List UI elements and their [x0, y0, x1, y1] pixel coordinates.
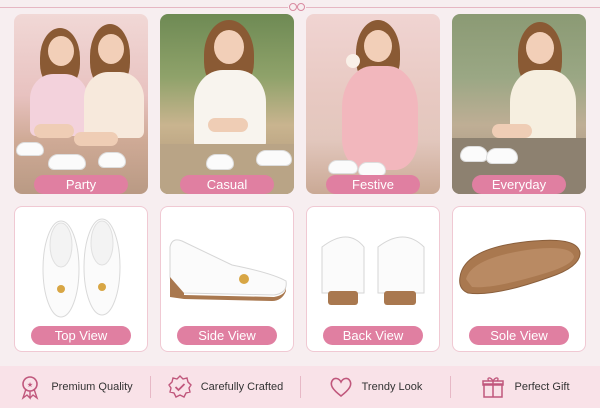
top-view-shoe-image: [42, 218, 121, 318]
occasion-label: Party: [34, 175, 128, 194]
occasion-label: Everyday: [472, 175, 566, 194]
product-views: Top View Side View Back View Sole View: [14, 206, 586, 356]
feature-label: Premium Quality: [51, 381, 133, 393]
back-view-shoe-image: [321, 236, 425, 305]
heart-icon: [330, 377, 352, 398]
casual-photo: [160, 14, 294, 194]
occasion-photos: Party Casual Festive Everyday: [14, 14, 586, 194]
occasion-card-party[interactable]: Party: [14, 14, 148, 194]
check-badge-icon: [167, 375, 192, 398]
feature-label: Perfect Gift: [514, 381, 570, 393]
feature-strip: ★ Premium Quality Carefully Crafted Tren…: [0, 366, 600, 408]
view-label: Side View: [177, 326, 277, 345]
view-card-sole[interactable]: Sole View: [452, 206, 586, 352]
feature-trendy-look: Trendy Look: [300, 366, 450, 408]
view-card-back[interactable]: Back View: [306, 206, 440, 352]
festive-photo: [306, 14, 440, 194]
sole-view-shoe-image: [459, 239, 581, 295]
feature-perfect-gift: Perfect Gift: [450, 366, 600, 408]
view-card-top[interactable]: Top View: [14, 206, 148, 352]
decorative-top-border: [0, 2, 600, 12]
feature-label: Trendy Look: [361, 381, 423, 393]
occasion-card-everyday[interactable]: Everyday: [452, 14, 586, 194]
side-view-shoe-image: [169, 239, 287, 301]
view-label: Back View: [323, 326, 423, 345]
view-card-side[interactable]: Side View: [160, 206, 294, 352]
occasion-label: Festive: [326, 175, 420, 194]
feature-carefully-crafted: Carefully Crafted: [150, 366, 300, 408]
feature-premium-quality: ★ Premium Quality: [0, 366, 150, 408]
feature-label: Carefully Crafted: [200, 381, 284, 393]
gift-box-icon: [482, 377, 505, 398]
award-ribbon-icon: ★: [21, 376, 39, 400]
occasion-card-festive[interactable]: Festive: [306, 14, 440, 194]
everyday-photo: [452, 14, 586, 194]
party-photo: [14, 14, 148, 194]
occasion-label: Casual: [180, 175, 274, 194]
view-label: Top View: [31, 326, 131, 345]
view-label: Sole View: [469, 326, 569, 345]
occasion-card-casual[interactable]: Casual: [160, 14, 294, 194]
svg-text:★: ★: [27, 381, 33, 389]
